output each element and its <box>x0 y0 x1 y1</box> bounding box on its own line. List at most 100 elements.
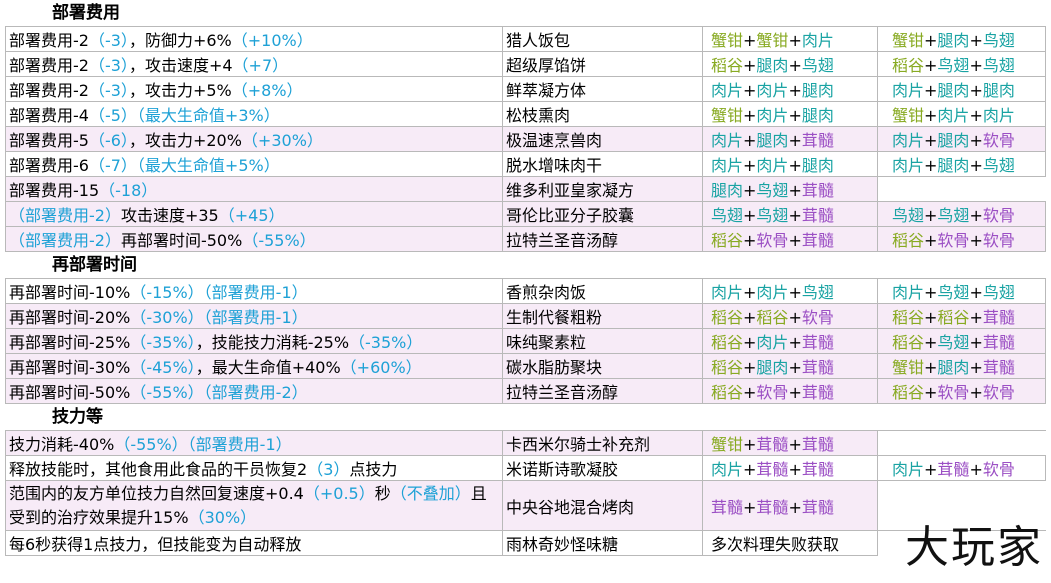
enhanced-value: （-5）（最大生命值+3%） <box>88 106 280 125</box>
plus-sign: + <box>969 358 983 377</box>
food-name-cell: 鲜萃凝方体 <box>502 76 703 102</box>
ingredient: 稻谷 <box>711 383 744 402</box>
ingredient: 肉片 <box>892 283 925 302</box>
ingredient: 肉片 <box>711 156 744 175</box>
plus-sign: + <box>788 31 802 50</box>
enhanced-value: （+30%） <box>241 131 323 150</box>
food-name-cell: 雨林奇妙怪味糖 <box>502 530 703 556</box>
ingredient: 茸髓 <box>801 435 834 454</box>
ingredient: 软骨 <box>937 231 970 250</box>
ingredient: 鸟翅 <box>756 206 789 225</box>
enhanced-value: （+10%） <box>231 31 313 50</box>
food-name-cell: 猎人饭包 <box>502 26 703 52</box>
enhanced-value: （-3） <box>88 56 129 75</box>
ingredient: 肉片 <box>937 106 970 125</box>
table-row: 部署费用-4（-5）（最大生命值+3%） 松枝熏肉 蟹钳+肉片+腿肉 蟹钳+肉片+肉片 <box>5 101 1046 127</box>
ingredient: 鸟翅 <box>711 206 744 225</box>
food-name-cell: 生制代餐粗粉 <box>502 303 703 329</box>
ingredient: 软骨 <box>937 383 970 402</box>
effect-text: ，攻击力+5% <box>128 81 232 100</box>
recipe-a-cell: 肉片+茸髓+茸髓 <box>702 455 878 481</box>
effect-text: 部署费用-2 <box>9 31 89 50</box>
enhanced-value: （+45） <box>218 206 285 225</box>
effect-text: 部署费用-4 <box>9 106 89 125</box>
table-row: 再部署时间-20%（-30%）（部署费用-1） 生制代餐粗粉 稻谷+稻谷+软骨 稻谷+… <box>5 303 1046 329</box>
effect-cell: 部署费用-2（-3），攻击力+5%（+8%） <box>5 76 503 102</box>
ingredient: 鸟翅 <box>937 206 970 225</box>
plus-sign: + <box>743 460 757 479</box>
ingredient: 腿肉 <box>756 56 789 75</box>
ingredient: 稻谷 <box>892 231 925 250</box>
recipe-a-cell: 稻谷+腿肉+鸟翅 <box>702 51 878 77</box>
recipe-b-cell <box>877 430 1046 456</box>
ingredient: 鸟翅 <box>982 31 1015 50</box>
recipe-b-cell: 蟹钳+腿肉+茸髓 <box>877 353 1046 379</box>
food-name-cell: 极温速烹兽肉 <box>502 126 703 152</box>
table-row: 部署费用-2（-3），防御力+6%（+10%） 猎人饭包 蟹钳+蟹钳+肉片 蟹钳+腿肉… <box>5 26 1046 52</box>
food-name-cell: 中央谷地混合烤肉 <box>502 480 703 531</box>
plus-sign: + <box>924 333 938 352</box>
ingredient: 腿肉 <box>801 106 834 125</box>
table-row: 再部署时间-30%（-45%），最大生命值+40%（+60%） 碳水脂肪聚块 稻谷+… <box>5 353 1046 379</box>
enhanced-value: （-7）（最大生命值+5%） <box>88 156 280 175</box>
recipe-a-cell: 鸟翅+鸟翅+茸髓 <box>702 201 878 227</box>
plus-sign: + <box>924 31 938 50</box>
recipe-a-cell: 稻谷+腿肉+茸髓 <box>702 353 878 379</box>
enhanced-value: （-3） <box>88 81 129 100</box>
ingredient: 肉片 <box>711 131 744 150</box>
recipe-a-cell: 茸髓+茸髓+茸髓 <box>702 480 878 531</box>
ingredient: 软骨 <box>982 131 1015 150</box>
table-row: 部署费用-2（-3），攻击力+5%（+8%） 鲜萃凝方体 肉片+肉片+腿肉 肉片+腿肉… <box>5 76 1046 102</box>
enhanced-value: （-30%）（部署费用-1） <box>130 308 308 327</box>
effect-text: 范围内的友方单位技力自然回复速度+0.4 <box>9 483 304 503</box>
effect-text: 技力消耗-40% <box>9 435 115 454</box>
enhanced-value: （-55%）（部署费用-2） <box>130 383 308 402</box>
recipe-b-cell: 肉片+茸髓+软骨 <box>877 455 1046 481</box>
ingredient: 茸髓 <box>982 333 1015 352</box>
ingredient: 茸髓 <box>801 181 834 200</box>
effect-text: 攻击速度+35 <box>120 206 219 225</box>
ingredient: 稻谷 <box>756 308 789 327</box>
plus-sign: + <box>969 333 983 352</box>
plus-sign: + <box>788 333 802 352</box>
food-name-cell: 拉特兰圣音汤醇 <box>502 378 703 404</box>
section-title: 再部署时间 <box>52 255 137 275</box>
ingredient: 鸟翅 <box>937 333 970 352</box>
plus-sign: + <box>924 231 938 250</box>
enhanced-value: （部署费用-2） <box>9 231 121 250</box>
plus-sign: + <box>924 56 938 75</box>
ingredient: 鸟翅 <box>937 56 970 75</box>
effect-text: 再部署时间-25% <box>9 333 131 352</box>
ingredient: 鸟翅 <box>982 283 1015 302</box>
plus-sign: + <box>969 81 983 100</box>
effect-cell: 再部署时间-30%（-45%），最大生命值+40%（+60%） <box>5 353 503 379</box>
table-row: （部署费用-2）再部署时间-50%（-55%） 拉特兰圣音汤醇 稻谷+软骨+茸髓 稻谷… <box>5 226 1046 252</box>
effect-cell: 再部署时间-50%（-55%）（部署费用-2） <box>5 378 503 404</box>
recipe-b-cell <box>877 176 1046 202</box>
enhanced-value: （-15%）（部署费用-1） <box>130 283 308 302</box>
effect-text: 部署费用-2 <box>9 81 89 100</box>
ingredient: 肉片 <box>756 333 789 352</box>
plus-sign: + <box>788 106 802 125</box>
effect-cell: （部署费用-2）攻击速度+35（+45） <box>5 201 503 227</box>
food-name-cell: 卡西米尔骑士补充剂 <box>502 430 703 456</box>
recipe-a-cell: 肉片+肉片+腿肉 <box>702 76 878 102</box>
ingredient: 腿肉 <box>756 131 789 150</box>
ingredient: 茸髓 <box>801 358 834 377</box>
ingredient: 软骨 <box>756 383 789 402</box>
ingredient: 腿肉 <box>937 31 970 50</box>
ingredient: 肉片 <box>756 156 789 175</box>
enhanced-value: （-35%） <box>130 333 196 352</box>
plus-sign: + <box>924 308 938 327</box>
effect-text: ，攻击力+20% <box>128 131 242 150</box>
section-skill-points: 技力等 技力消耗-40%（-55%）（部署费用-1） 卡西米尔骑士补充剂 蟹钳+茸髓… <box>0 404 1051 556</box>
skill-points-table: 技力消耗-40%（-55%）（部署费用-1） 卡西米尔骑士补充剂 蟹钳+茸髓+茸髓释… <box>5 430 1046 556</box>
recipe-a-cell: 稻谷+稻谷+软骨 <box>702 303 878 329</box>
ingredient: 稻谷 <box>892 308 925 327</box>
enhanced-value: （+0.5） <box>303 483 375 503</box>
effect-cell: 部署费用-2（-3），攻击速度+4（+7） <box>5 51 503 77</box>
plus-sign: + <box>969 156 983 175</box>
plus-sign: + <box>743 181 757 200</box>
recipe-a-cell: 稻谷+软骨+茸髓 <box>702 226 878 252</box>
ingredient: 软骨 <box>982 231 1015 250</box>
